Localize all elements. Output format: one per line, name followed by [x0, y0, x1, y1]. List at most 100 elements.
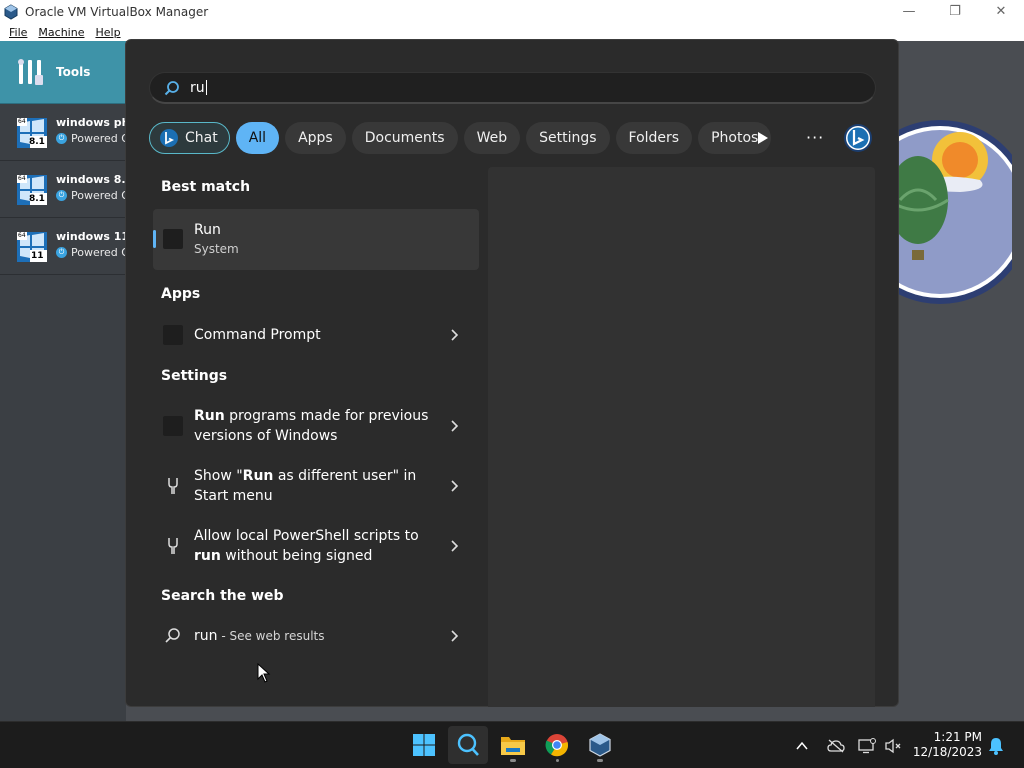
result-command-prompt[interactable]: Command Prompt [153, 315, 479, 355]
command-prompt-icon [163, 325, 183, 345]
chevron-right-icon[interactable] [448, 420, 460, 432]
vm-item-windows-phone[interactable]: 64 8.1 windows phone ⏻ Powered Off [0, 104, 152, 161]
taskbar-virtualbox[interactable] [580, 726, 620, 764]
virtualbox-icon [589, 733, 611, 757]
clock-date: 12/18/2023 [912, 745, 982, 759]
menu-help[interactable]: Help [95, 26, 120, 39]
filter-documents[interactable]: Documents [351, 121, 458, 154]
filter-extras: ··· [744, 121, 874, 154]
restore-button[interactable]: ❐ [932, 0, 978, 23]
running-indicator [555, 759, 559, 762]
search-filters: Chat All Apps Documents Web Settings Fol… [149, 121, 777, 154]
bing-chat-icon [160, 128, 178, 147]
chevron-right-icon[interactable] [448, 540, 460, 552]
power-icon: ⏻ [56, 190, 67, 201]
result-web-text: run - See web results [194, 628, 325, 644]
vm-name: windows 11 [56, 230, 130, 243]
chevron-up-icon[interactable] [795, 739, 809, 753]
tools-label: Tools [56, 65, 91, 79]
result-setting-text: Run programs made for previous versions … [194, 408, 429, 444]
running-indicator [597, 759, 603, 762]
filter-chat-label: Chat [185, 129, 218, 146]
chevron-right-icon[interactable] [448, 630, 460, 642]
menu-file[interactable]: File [9, 26, 27, 39]
vm-item-windows-11[interactable]: 64 11 windows 11 ⏻ Powered Off [0, 218, 138, 275]
taskbar-file-explorer[interactable] [493, 726, 533, 764]
filter-folders[interactable]: Folders [615, 121, 693, 154]
windows-start-icon [413, 734, 435, 756]
power-icon: ⏻ [56, 133, 67, 144]
notification-bell-icon[interactable] [988, 737, 1004, 755]
taskbar-chrome[interactable] [537, 726, 577, 764]
section-search-web: Search the web [161, 588, 284, 604]
folder-icon [501, 737, 525, 755]
filter-all[interactable]: All [235, 121, 280, 154]
start-search-panel: ru Chat All Apps Documents Web Settings … [125, 39, 899, 707]
run-icon [163, 229, 183, 249]
bing-icon[interactable] [842, 122, 874, 154]
section-best-match: Best match [161, 179, 251, 195]
menu-machine[interactable]: Machine [38, 26, 84, 39]
system-tray [795, 722, 902, 768]
power-icon: ⏻ [56, 247, 67, 258]
taskbar: 1:21 PM 12/18/2023 [0, 721, 1024, 768]
vm-name: windows 8.1 [56, 173, 134, 186]
section-apps: Apps [161, 286, 201, 302]
vm-os-badge: 11 [31, 251, 44, 261]
clock-time: 1:21 PM [933, 730, 982, 744]
volume-muted-icon[interactable] [884, 738, 902, 754]
play-icon[interactable] [752, 128, 772, 148]
onedrive-offline-icon[interactable] [827, 739, 845, 753]
close-button[interactable]: ✕ [978, 0, 1024, 23]
taskbar-clock[interactable]: 1:21 PM 12/18/2023 [912, 730, 982, 760]
more-options-icon[interactable]: ··· [806, 128, 824, 147]
vm-os-badge: 8.1 [29, 194, 45, 204]
chrome-icon [545, 734, 569, 757]
tools-item[interactable]: Tools [0, 41, 126, 104]
result-preview-pane [488, 167, 875, 707]
compatibility-icon [163, 416, 183, 436]
result-powershell-scripts[interactable]: Allow local PowerShell scripts to run wi… [153, 520, 479, 572]
filter-chat[interactable]: Chat [149, 121, 230, 154]
text-caret [205, 80, 207, 95]
filter-web[interactable]: Web [463, 121, 521, 154]
vm-arch-badge: 64 [18, 232, 26, 239]
vm-sidebar: Tools 64 8.1 windows phone ⏻ Powered Off … [0, 41, 152, 721]
search-input[interactable]: ru [149, 72, 876, 104]
window-titlebar: Oracle VM VirtualBox Manager — ❐ ✕ [0, 0, 1024, 23]
section-settings: Settings [161, 368, 228, 384]
result-web-search[interactable]: run - See web results [153, 616, 479, 656]
vm-arch-badge: 64 [18, 175, 26, 182]
running-indicator [510, 759, 516, 762]
search-icon [164, 80, 179, 95]
result-run-text: Run System [194, 220, 434, 258]
network-icon[interactable] [858, 737, 876, 754]
selection-indicator [153, 230, 156, 248]
filter-settings[interactable]: Settings [526, 121, 610, 154]
result-setting-text: Show "Run as different user" in Start me… [194, 468, 417, 504]
result-command-prompt-title: Command Prompt [194, 327, 321, 343]
result-run-subtitle: System [194, 242, 239, 256]
taskbar-search-button[interactable] [448, 726, 488, 764]
result-run-as-different-user[interactable]: Show "Run as different user" in Start me… [153, 460, 479, 512]
search-query: ru [190, 79, 205, 96]
result-run-title: Run [194, 222, 221, 238]
search-icon [165, 628, 180, 643]
vm-arch-badge: 64 [18, 118, 26, 125]
tools-icon [18, 59, 43, 85]
start-button[interactable] [404, 726, 444, 764]
result-run[interactable]: Run System [153, 209, 479, 270]
vm-item-windows-8-1[interactable]: 64 8.1 windows 8.1 ⏻ Powered Off [0, 161, 138, 218]
chevron-right-icon[interactable] [448, 480, 460, 492]
filter-apps[interactable]: Apps [285, 121, 346, 154]
result-run-compat-programs[interactable]: Run programs made for previous versions … [153, 400, 479, 452]
virtualbox-icon [4, 3, 18, 20]
chevron-right-icon[interactable] [448, 329, 460, 341]
mouse-cursor-icon [257, 663, 271, 683]
developer-settings-icon [168, 538, 178, 554]
minimize-button[interactable]: — [886, 0, 932, 23]
window-title: Oracle VM VirtualBox Manager [25, 4, 209, 19]
vm-os-badge: 8.1 [29, 137, 45, 147]
developer-settings-icon [168, 478, 178, 494]
search-icon [457, 733, 479, 756]
